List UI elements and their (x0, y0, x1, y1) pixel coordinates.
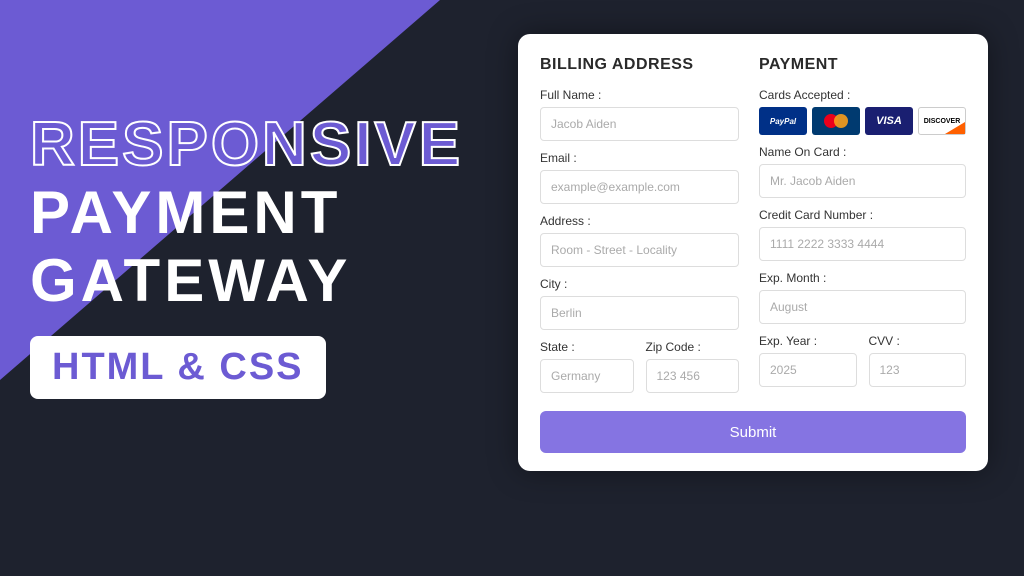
hero-line-payment: PAYMENT (30, 179, 510, 246)
zip-input[interactable] (646, 359, 740, 393)
address-input[interactable] (540, 233, 739, 267)
card-icons-row: PayPal VISA DISCOVER (759, 107, 966, 135)
hero-line-gateway: GATEWAY (30, 247, 510, 314)
city-input[interactable] (540, 296, 739, 330)
card-number-label: Credit Card Number : (759, 208, 966, 222)
discover-icon: DISCOVER (918, 107, 966, 135)
paypal-icon: PayPal (759, 107, 807, 135)
hero-text: RESPONSIVE PAYMENT GATEWAY HTML & CSS (30, 110, 510, 399)
billing-column: BILLING ADDRESS Full Name : Email : Addr… (540, 56, 739, 403)
fullname-input[interactable] (540, 107, 739, 141)
submit-button[interactable]: Submit (540, 411, 966, 453)
cvv-label: CVV : (869, 334, 967, 348)
fullname-label: Full Name : (540, 88, 739, 102)
zip-label: Zip Code : (646, 340, 740, 354)
exp-month-input[interactable] (759, 290, 966, 324)
card-number-input[interactable] (759, 227, 966, 261)
visa-icon: VISA (865, 107, 913, 135)
payment-form-card: BILLING ADDRESS Full Name : Email : Addr… (518, 34, 988, 471)
email-input[interactable] (540, 170, 739, 204)
name-on-card-label: Name On Card : (759, 145, 966, 159)
state-input[interactable] (540, 359, 634, 393)
cvv-input[interactable] (869, 353, 967, 387)
payment-title: PAYMENT (759, 56, 966, 74)
billing-title: BILLING ADDRESS (540, 56, 739, 74)
exp-year-input[interactable] (759, 353, 857, 387)
cards-accepted-label: Cards Accepted : (759, 88, 966, 102)
exp-month-label: Exp. Month : (759, 271, 966, 285)
city-label: City : (540, 277, 739, 291)
address-label: Address : (540, 214, 739, 228)
email-label: Email : (540, 151, 739, 165)
hero-line-responsive: RESPONSIVE (30, 110, 510, 179)
mastercard-icon (812, 107, 860, 135)
exp-year-label: Exp. Year : (759, 334, 857, 348)
state-label: State : (540, 340, 634, 354)
name-on-card-input[interactable] (759, 164, 966, 198)
hero-tag: HTML & CSS (30, 336, 326, 399)
payment-column: PAYMENT Cards Accepted : PayPal VISA DIS… (759, 56, 966, 403)
